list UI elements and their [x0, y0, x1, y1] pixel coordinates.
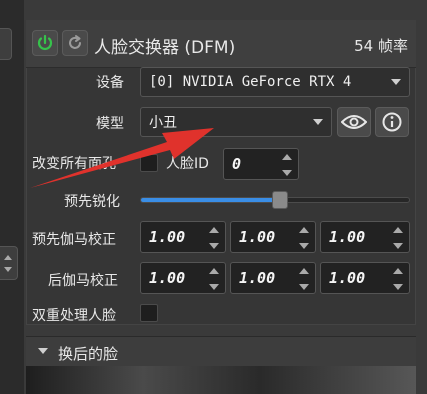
- post-gamma-red-value: 1.00: [149, 269, 186, 287]
- model-label: 模型: [96, 116, 124, 132]
- spin-arrows-icon[interactable]: [391, 266, 405, 292]
- chevron-down-icon: [391, 79, 401, 85]
- left-panel-spinner[interactable]: [0, 246, 18, 280]
- model-info-button[interactable]: [375, 107, 409, 137]
- panel-title: 人脸交换器 (DFM): [94, 38, 236, 58]
- spin-arrows-icon[interactable]: [297, 225, 311, 251]
- reload-button[interactable]: [62, 30, 88, 56]
- pre-gamma-blue-value: 1.00: [329, 228, 366, 246]
- info-icon: [382, 112, 402, 132]
- post-gamma-blue-spinbox[interactable]: 1.00: [320, 262, 410, 294]
- panel-header: 人脸交换器 (DFM) 54 帧率: [26, 20, 416, 68]
- spin-arrows-icon[interactable]: [297, 266, 311, 292]
- post-gamma-label: 后伽马校正: [48, 273, 118, 289]
- pre-gamma-label: 预先伽马校正: [32, 232, 116, 248]
- swap-all-faces-checkbox[interactable]: [140, 154, 158, 172]
- pre-gamma-red-spinbox[interactable]: 1.00: [140, 221, 226, 253]
- sharpen-label: 预先锐化: [64, 194, 120, 210]
- power-icon: [37, 34, 53, 50]
- pre-gamma-green-spinbox[interactable]: 1.00: [230, 221, 316, 253]
- post-gamma-green-value: 1.00: [239, 269, 276, 287]
- post-gamma-green-spinbox[interactable]: 1.00: [230, 262, 316, 294]
- left-panel-edge: [0, 0, 24, 394]
- chevron-down-icon: [313, 119, 323, 125]
- device-label: 设备: [96, 75, 124, 91]
- swapped-face-preview: [26, 366, 416, 394]
- left-panel-button[interactable]: [0, 28, 12, 60]
- fps-counter: 54 帧率: [354, 37, 408, 55]
- model-select-value: 小丑: [149, 115, 177, 131]
- pre-gamma-blue-spinbox[interactable]: 1.00: [320, 221, 410, 253]
- face-id-spinbox[interactable]: 0: [223, 148, 299, 180]
- sharpen-slider-fill: [141, 198, 279, 202]
- spin-arrows-icon[interactable]: [207, 225, 221, 251]
- post-gamma-blue-value: 1.00: [329, 269, 366, 287]
- swap-all-faces-label: 改变所有面孔: [32, 156, 116, 172]
- collapse-arrow-icon[interactable]: [38, 348, 48, 354]
- device-select-value: [0] NVIDIA GeForce RTX 4: [149, 74, 352, 90]
- face-id-label: 人脸ID: [166, 156, 209, 172]
- swapped-face-section-header[interactable]: 换后的脸: [26, 336, 416, 366]
- face-id-value: 0: [232, 155, 242, 173]
- sharpen-slider-handle[interactable]: [272, 191, 288, 209]
- pre-gamma-red-value: 1.00: [149, 228, 186, 246]
- post-gamma-red-spinbox[interactable]: 1.00: [140, 262, 226, 294]
- model-select[interactable]: 小丑: [140, 107, 332, 137]
- device-select[interactable]: [0] NVIDIA GeForce RTX 4: [140, 67, 410, 97]
- spin-arrows-icon[interactable]: [391, 225, 405, 251]
- spin-arrows-icon[interactable]: [280, 152, 294, 178]
- preview-model-button[interactable]: [337, 107, 371, 137]
- reload-icon: [69, 35, 81, 49]
- two-pass-label: 双重处理人脸: [32, 308, 116, 324]
- power-button[interactable]: [32, 30, 58, 56]
- spin-arrows-icon[interactable]: [207, 266, 221, 292]
- section-title: 换后的脸: [58, 345, 119, 363]
- two-pass-checkbox[interactable]: [140, 304, 158, 322]
- pre-gamma-green-value: 1.00: [239, 228, 276, 246]
- eye-icon: [341, 115, 367, 129]
